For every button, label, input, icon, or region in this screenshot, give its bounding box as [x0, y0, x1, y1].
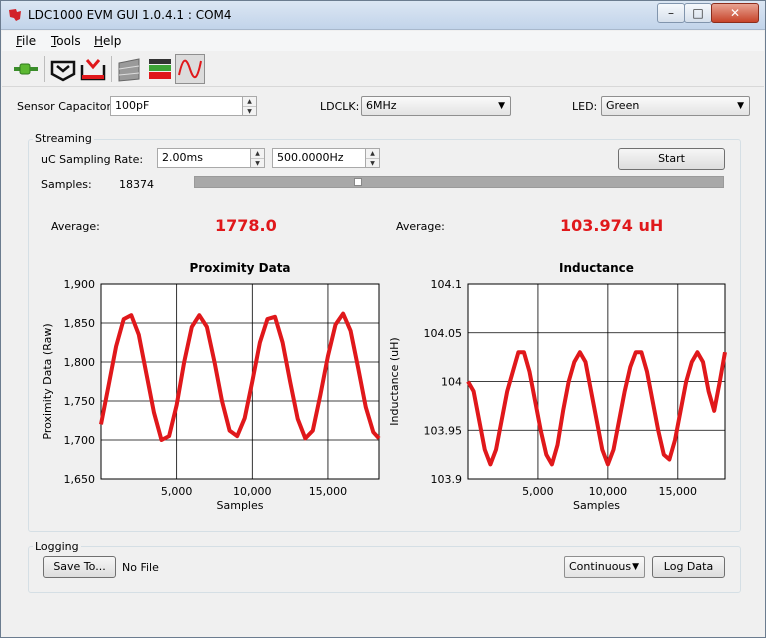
config-icon — [118, 58, 140, 82]
x-tick-label: 5,000 — [161, 485, 193, 498]
minimize-button[interactable]: – — [657, 3, 685, 23]
start-button[interactable]: Start — [618, 148, 725, 170]
y-axis-label: Proximity Data (Raw) — [41, 323, 54, 439]
y-tick-label: 1,750 — [64, 395, 96, 408]
save-to-button[interactable]: Save To... — [43, 556, 116, 578]
x-tick-label: 15,000 — [659, 485, 698, 498]
toolbar — [2, 52, 764, 87]
streaming-group-title: Streaming — [33, 132, 94, 145]
y-tick-label: 1,650 — [64, 473, 96, 486]
x-tick-label: 15,000 — [309, 485, 348, 498]
y-tick-label: 1,900 — [64, 278, 96, 291]
x-axis-label: Samples — [573, 499, 620, 512]
x-tick-label: 5,000 — [522, 485, 554, 498]
write-register-icon — [80, 59, 106, 81]
graph-icon — [178, 59, 202, 79]
spin-down-icon[interactable]: ▼ — [366, 158, 379, 168]
spin-up-icon[interactable]: ▲ — [251, 149, 264, 158]
x-tick-label: 10,000 — [233, 485, 272, 498]
maximize-button[interactable]: □ — [684, 3, 712, 23]
y-tick-label: 1,800 — [64, 356, 96, 369]
threshold-button[interactable] — [145, 54, 175, 84]
sampling-rate-ms-input[interactable]: 2.00ms — [157, 148, 251, 168]
menu-help[interactable]: Help — [94, 34, 121, 48]
inductance-average-label: Average: — [396, 220, 445, 233]
chart-title: Proximity Data — [189, 261, 290, 275]
y-axis-label: Inductance (uH) — [388, 337, 401, 425]
y-tick-label: 1,850 — [64, 317, 96, 330]
log-mode-value: Continuous — [569, 560, 632, 573]
chevron-down-icon: ▼ — [632, 562, 639, 572]
toolbar-separator — [44, 56, 45, 82]
toolbar-separator — [111, 56, 112, 82]
ldclk-select[interactable]: 6MHz ▼ — [361, 96, 511, 116]
led-select[interactable]: Green ▼ — [601, 96, 750, 116]
inductance-average-value: 103.974 uH — [560, 216, 664, 235]
connect-button[interactable] — [11, 54, 41, 84]
x-axis-label: Samples — [217, 499, 264, 512]
chart-title: Inductance — [559, 261, 634, 275]
spin-down-icon[interactable]: ▼ — [251, 158, 264, 168]
progress-thumb[interactable] — [354, 178, 362, 186]
ldclk-value: 6MHz — [366, 99, 397, 112]
config-button[interactable] — [114, 54, 144, 84]
log-mode-select[interactable]: Continuous ▼ — [564, 556, 645, 578]
y-tick-label: 103.9 — [431, 473, 463, 486]
log-file-label: No File — [122, 561, 159, 574]
y-tick-label: 1,700 — [64, 434, 96, 447]
close-icon: ✕ — [729, 6, 741, 20]
close-button[interactable]: ✕ — [711, 3, 759, 23]
proximity-average-label: Average: — [51, 220, 100, 233]
ti-logo-icon — [9, 9, 21, 21]
threshold-icon — [149, 59, 171, 79]
ldclk-label: LDCLK: — [320, 100, 360, 113]
x-tick-label: 10,000 — [589, 485, 628, 498]
sampling-rate-hz-input[interactable]: 500.0000Hz — [272, 148, 366, 168]
menu-file[interactable]: File — [16, 34, 36, 48]
led-label: LED: — [572, 100, 598, 113]
menu-tools[interactable]: Tools — [51, 34, 81, 48]
led-value: Green — [606, 99, 640, 112]
graph-button[interactable] — [175, 54, 205, 84]
sampling-rate-label: uC Sampling Rate: — [41, 153, 144, 166]
y-tick-label: 104.1 — [431, 278, 463, 291]
maximize-icon: □ — [692, 6, 704, 20]
proximity-average-value: 1778.0 — [215, 216, 277, 235]
samples-label: Samples: — [41, 178, 92, 191]
samples-progress-bar[interactable] — [194, 176, 724, 188]
log-data-button[interactable]: Log Data — [652, 556, 725, 578]
menu-bar: File Tools Help — [2, 31, 764, 51]
app-window: LDC1000 EVM GUI 1.0.4.1 : COM4 – □ ✕ Fil… — [0, 0, 766, 638]
connect-plug-icon — [14, 63, 38, 75]
chevron-down-icon: ▼ — [737, 101, 744, 111]
y-tick-label: 103.95 — [424, 424, 463, 437]
spin-down-icon[interactable]: ▼ — [243, 106, 256, 116]
title-bar[interactable]: LDC1000 EVM GUI 1.0.4.1 : COM4 – □ ✕ — [1, 1, 765, 30]
logging-group-title: Logging — [33, 540, 81, 553]
samples-value: 18374 — [119, 178, 154, 191]
plot-area — [100, 283, 380, 480]
proximity-chart: 1,650 1,700 1,750 1,800 1,850 1,900 5,000 10,00… — [41, 261, 381, 512]
y-tick-label: 104 — [441, 376, 462, 389]
read-register-icon — [50, 60, 76, 82]
sampling-rate-hz-spinner[interactable]: ▲ ▼ — [366, 148, 380, 168]
read-register-button[interactable] — [48, 54, 78, 84]
spin-up-icon[interactable]: ▲ — [243, 97, 256, 106]
window-title: LDC1000 EVM GUI 1.0.4.1 : COM4 — [28, 8, 232, 22]
sampling-rate-ms-spinner[interactable]: ▲ ▼ — [251, 148, 265, 168]
spin-up-icon[interactable]: ▲ — [366, 149, 379, 158]
sensor-capacitor-spinner[interactable]: ▲ ▼ — [243, 96, 257, 116]
inductance-chart: 103.9 103.95 104 104.05 104.1 5,000 10,000 15,0… — [388, 261, 727, 512]
y-tick-label: 104.05 — [424, 327, 463, 340]
minimize-icon: – — [668, 6, 674, 20]
sensor-capacitor-input[interactable]: 100pF — [110, 96, 243, 116]
sensor-capacitor-label: Sensor Capacitor: — [17, 100, 115, 113]
write-register-button[interactable] — [78, 54, 108, 84]
chevron-down-icon: ▼ — [498, 101, 505, 111]
